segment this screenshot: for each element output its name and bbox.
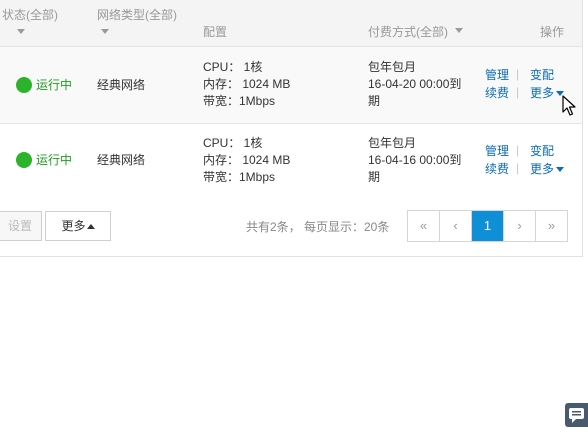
billing-type: 包年包月	[368, 136, 417, 150]
renew-link[interactable]: 续费	[485, 85, 509, 102]
table-row: 运行中 经典网络 CPU： 1核 内存： 1024 MB 带宽：1Mbps 包年…	[0, 47, 582, 124]
chat-support-button[interactable]	[565, 403, 588, 427]
expiry-date: 16-04-20 00:00到	[368, 77, 462, 91]
bandwidth-config: 带宽：1Mbps	[203, 94, 276, 108]
billing-filter-header[interactable]: 付费方式(全部)	[368, 23, 448, 40]
billing-type: 包年包月	[368, 60, 417, 74]
upgrade-link[interactable]: 变配	[530, 143, 554, 160]
expiry-suffix: 期	[368, 170, 381, 184]
first-page-button[interactable]: «	[408, 211, 440, 241]
more-label: 更多	[530, 162, 555, 176]
batch-more-button[interactable]: 更多	[45, 211, 111, 241]
next-page-button[interactable]: ›	[504, 211, 536, 241]
more-label: 更多	[530, 86, 555, 100]
bandwidth-config: 带宽：1Mbps	[203, 170, 276, 184]
action-divider: |	[516, 85, 520, 99]
pagination: « ‹ 1 › »	[407, 210, 568, 242]
page-1-button[interactable]: 1	[472, 211, 504, 241]
more-label: 更多	[61, 219, 86, 233]
table-header: 状态(全部) 网络类型(全部) 配置 付费方式(全部) 操作	[0, 0, 582, 47]
upgrade-link[interactable]: 变配	[530, 67, 554, 84]
billing-filter-caret-icon[interactable]	[455, 28, 463, 33]
chevron-down-icon	[556, 167, 565, 173]
network-type: 经典网络	[97, 153, 146, 167]
cpu-config: CPU： 1核	[203, 136, 263, 150]
manage-link[interactable]: 管理	[485, 67, 509, 84]
caret-up-icon	[86, 224, 95, 230]
last-page-button[interactable]: »	[536, 211, 567, 241]
action-divider: |	[516, 143, 520, 157]
status-filter-header[interactable]: 状态(全部)	[2, 6, 58, 23]
renew-link[interactable]: 续费	[485, 161, 509, 178]
cpu-config: CPU： 1核	[203, 60, 263, 74]
running-status-icon	[16, 77, 32, 93]
status-filter-caret-icon[interactable]	[17, 29, 25, 34]
expiry-suffix: 期	[368, 94, 381, 108]
config-header: 配置	[203, 25, 228, 39]
memory-config: 内存： 1024 MB	[203, 153, 291, 167]
running-status-icon	[16, 152, 32, 168]
status-text: 运行中	[36, 153, 73, 167]
action-divider: |	[516, 161, 520, 175]
memory-config: 内存： 1024 MB	[203, 77, 291, 91]
more-dropdown[interactable]: 更多	[530, 85, 565, 102]
manage-link[interactable]: 管理	[485, 143, 509, 160]
mouse-pointer-icon	[562, 95, 576, 116]
network-filter-header[interactable]: 网络类型(全部)	[97, 6, 177, 23]
settings-label: 设置	[7, 219, 32, 233]
pagination-summary: 共有2条， 每页显示：20条	[246, 220, 390, 234]
network-filter-caret-icon[interactable]	[101, 29, 109, 34]
status-text: 运行中	[36, 78, 73, 92]
network-type: 经典网络	[97, 78, 146, 92]
actions-header: 操作	[540, 25, 565, 39]
more-dropdown[interactable]: 更多	[530, 161, 565, 178]
table-row: 运行中 经典网络 CPU： 1核 内存： 1024 MB 带宽：1Mbps 包年…	[0, 124, 582, 201]
expiry-date: 16-04-16 00:00到	[368, 153, 462, 167]
chat-bubble-icon	[569, 408, 584, 423]
action-divider: |	[516, 67, 520, 81]
prev-page-button[interactable]: ‹	[440, 211, 472, 241]
settings-button[interactable]: 设置	[0, 211, 42, 241]
